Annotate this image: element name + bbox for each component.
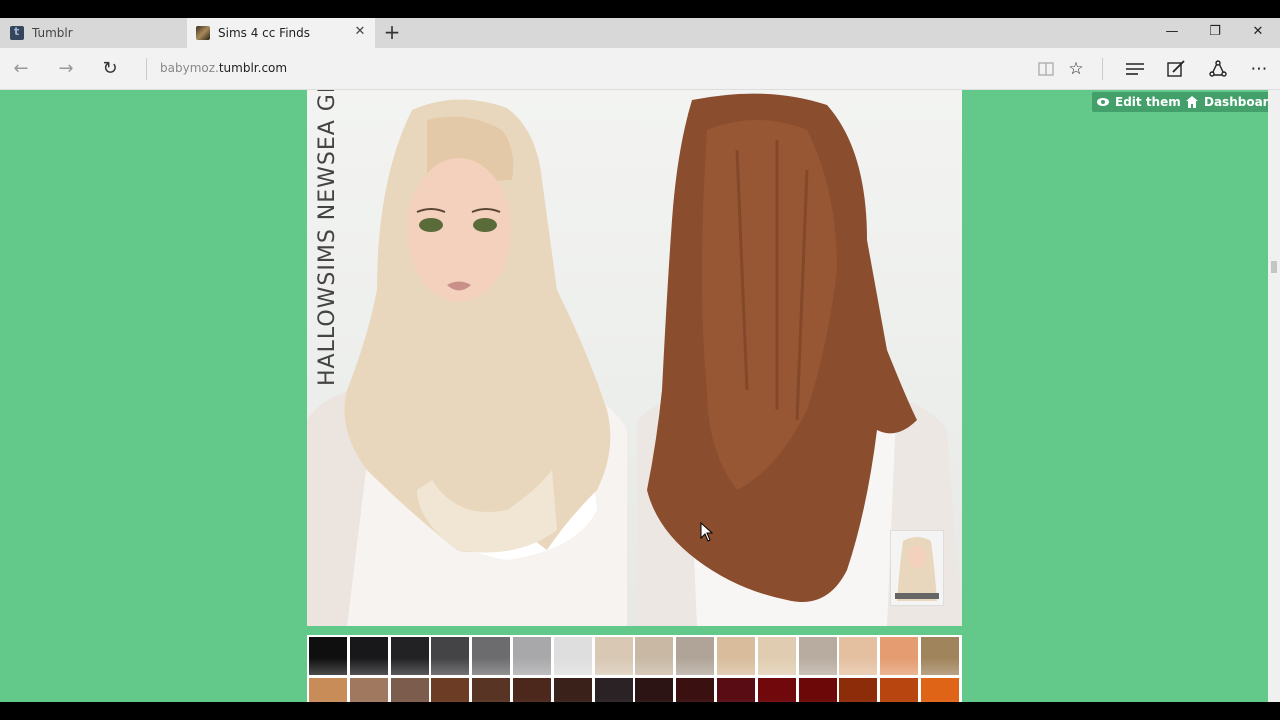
more-icon[interactable]: ⋯ bbox=[1247, 57, 1271, 81]
color-swatch bbox=[553, 637, 592, 675]
creator-thumbnail bbox=[890, 530, 944, 606]
color-swatch bbox=[431, 678, 470, 702]
divider bbox=[1102, 58, 1103, 80]
back-icon[interactable]: ← bbox=[10, 58, 32, 80]
screen: Tumblr Sims 4 cc Finds ✕ + — ❐ ✕ ← → ↻ b… bbox=[0, 0, 1280, 720]
close-tab-icon[interactable]: ✕ bbox=[353, 25, 367, 39]
hub-icon[interactable] bbox=[1123, 57, 1147, 81]
refresh-icon[interactable]: ↻ bbox=[99, 58, 121, 80]
forward-icon[interactable]: → bbox=[55, 58, 77, 80]
tab-tumblr[interactable]: Tumblr bbox=[0, 18, 187, 48]
bottom-letterbox bbox=[0, 702, 1280, 720]
tumblr-icon bbox=[10, 25, 24, 40]
color-swatch bbox=[839, 678, 878, 702]
color-swatch bbox=[594, 678, 633, 702]
vertical-scrollbar[interactable] bbox=[1268, 90, 1280, 702]
web-note-icon[interactable] bbox=[1164, 57, 1188, 81]
color-swatch bbox=[757, 637, 796, 675]
dashboard-button[interactable]: Dashboard bbox=[1181, 92, 1268, 112]
swatch-strip bbox=[307, 635, 962, 702]
page-viewport: HALLOWSIMS NEWSEA GISELE Edit theme Dash… bbox=[0, 90, 1268, 702]
color-swatch bbox=[390, 637, 429, 675]
minimize-icon[interactable]: — bbox=[1163, 24, 1181, 42]
color-swatch bbox=[921, 637, 959, 675]
color-swatch bbox=[635, 637, 674, 675]
sims-favicon-icon bbox=[196, 26, 210, 40]
address-bar: ← → ↻ babymoz.tumblr.com ☆ ⋯ bbox=[0, 48, 1280, 90]
color-swatch bbox=[309, 678, 347, 702]
color-swatch bbox=[390, 678, 429, 702]
home-icon bbox=[1186, 96, 1198, 108]
tab-label: Tumblr bbox=[32, 26, 73, 40]
color-swatch bbox=[757, 678, 796, 702]
color-swatch bbox=[798, 678, 837, 702]
share-icon[interactable] bbox=[1206, 57, 1230, 81]
url-prefix: babymoz. bbox=[160, 61, 219, 75]
color-swatch bbox=[676, 637, 715, 675]
color-swatch bbox=[309, 637, 347, 675]
color-swatch bbox=[349, 637, 388, 675]
color-swatch bbox=[921, 678, 959, 702]
tab-sims-4-cc-finds[interactable]: Sims 4 cc Finds ✕ bbox=[187, 18, 375, 48]
edit-theme-label: Edit theme bbox=[1115, 95, 1189, 109]
mouse-cursor-icon bbox=[700, 522, 714, 542]
color-swatch bbox=[513, 678, 551, 702]
color-swatch bbox=[717, 678, 755, 702]
color-swatch bbox=[594, 637, 633, 675]
color-swatch bbox=[553, 678, 592, 702]
url-host: tumblr.com bbox=[218, 61, 288, 75]
tab-label: Sims 4 cc Finds bbox=[218, 26, 311, 40]
image-caption: HALLOWSIMS NEWSEA GISELE bbox=[315, 90, 340, 386]
eye-icon bbox=[1097, 96, 1109, 108]
dashboard-label: Dashboard bbox=[1204, 95, 1268, 109]
color-swatch bbox=[880, 637, 919, 675]
color-swatch bbox=[880, 678, 919, 702]
color-swatch bbox=[472, 637, 511, 675]
color-swatch bbox=[472, 678, 511, 702]
color-swatch bbox=[676, 678, 715, 702]
color-swatch bbox=[513, 637, 551, 675]
favorite-star-icon[interactable]: ☆ bbox=[1064, 57, 1088, 81]
color-swatch bbox=[839, 637, 878, 675]
color-swatch bbox=[798, 637, 837, 675]
post-image[interactable]: HALLOWSIMS NEWSEA GISELE bbox=[307, 90, 962, 626]
top-letterbox bbox=[0, 0, 1280, 18]
restore-icon[interactable]: ❐ bbox=[1206, 24, 1224, 42]
new-tab-button[interactable]: + bbox=[382, 22, 402, 44]
color-swatch bbox=[717, 637, 755, 675]
color-swatch bbox=[635, 678, 674, 702]
url-field[interactable]: babymoz.tumblr.com bbox=[160, 61, 287, 75]
scrollbar-thumb[interactable] bbox=[1271, 261, 1277, 273]
close-window-icon[interactable]: ✕ bbox=[1249, 24, 1267, 42]
divider bbox=[146, 58, 147, 80]
color-swatch bbox=[431, 637, 470, 675]
color-swatch bbox=[349, 678, 388, 702]
tab-strip: Tumblr Sims 4 cc Finds ✕ + — ❐ ✕ bbox=[0, 18, 1280, 48]
reading-view-icon[interactable] bbox=[1034, 57, 1058, 81]
